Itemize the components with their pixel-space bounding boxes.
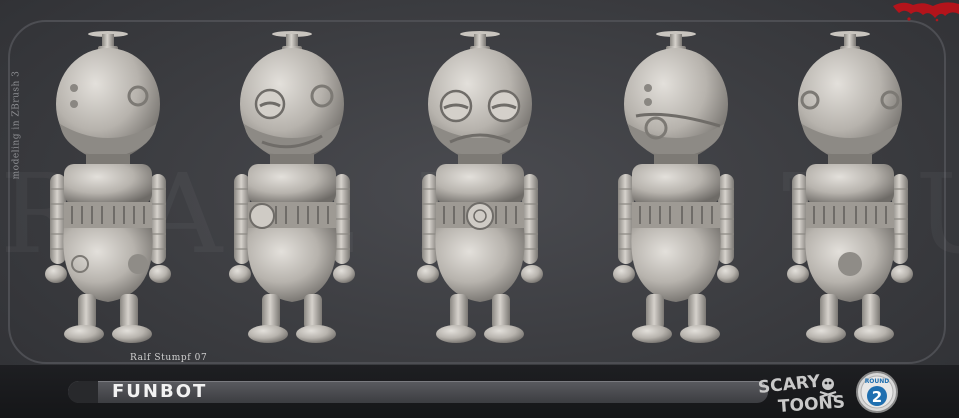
robot-view-front-left [228, 30, 356, 344]
paint-splat-icon [893, 2, 959, 22]
artwork-title: FUNBOT [112, 381, 208, 402]
round-number: 2 [872, 388, 882, 406]
robot-view-side [612, 30, 740, 344]
robot-view-front [416, 30, 544, 344]
render-canvas: RALF STUMPF modeling in ZBrush 3 [0, 0, 959, 418]
round-badge: ROUND 2 [856, 371, 898, 413]
robot-view-back [786, 30, 914, 344]
title-tab [68, 381, 98, 403]
artist-credit: Ralf Stumpf 07 [130, 353, 208, 363]
svg-text:TOONS: TOONS [777, 392, 845, 414]
round-label: ROUND [865, 378, 890, 385]
side-caption: modeling in ZBrush 3 [11, 70, 22, 180]
robot-view-back-left [44, 30, 172, 344]
scary-toons-logo: SCARY TOONS [757, 371, 846, 414]
